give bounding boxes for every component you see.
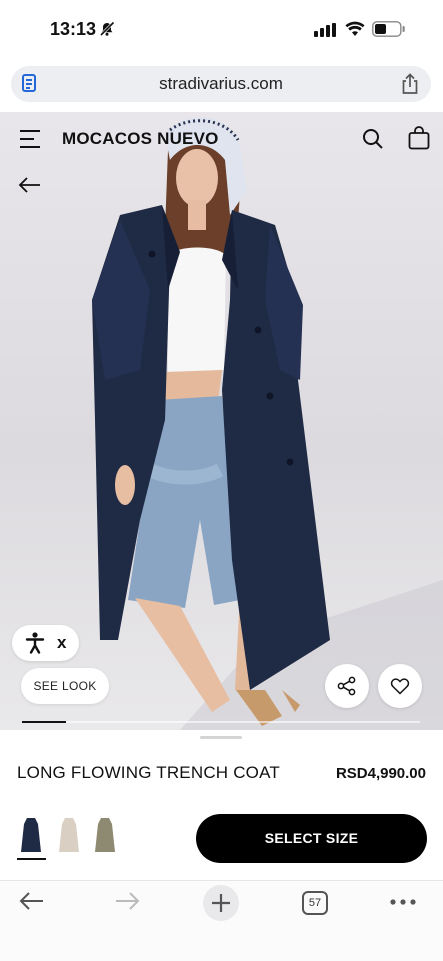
bell-muted-icon: [99, 21, 115, 37]
cellular-signal-icon: [314, 23, 336, 37]
accessibility-close-button[interactable]: x: [57, 633, 66, 653]
url-text[interactable]: stradivarius.com: [11, 74, 431, 94]
color-swatch-beige[interactable]: [57, 816, 81, 854]
battery-icon: [372, 21, 405, 37]
status-bar: 13:13: [0, 0, 443, 58]
search-icon[interactable]: [362, 128, 384, 150]
see-look-button[interactable]: SEE LOOK: [21, 668, 109, 704]
color-swatch-khaki[interactable]: [93, 816, 117, 854]
share-button[interactable]: [325, 664, 369, 708]
heart-icon: [390, 678, 410, 695]
image-carousel-progress-fill: [22, 721, 66, 723]
address-bar[interactable]: stradivarius.com: [11, 66, 431, 102]
sheet-grabber[interactable]: [200, 736, 242, 739]
image-carousel-progress: [22, 721, 420, 723]
product-name: LONG FLOWING TRENCH COAT: [17, 763, 280, 782]
product-price: RSD4,990.00: [335, 765, 426, 782]
plus-icon: [212, 894, 230, 912]
tab-count-button[interactable]: 57: [302, 891, 328, 915]
accessibility-icon[interactable]: [25, 632, 45, 654]
brand-logo[interactable]: MOCACOS NUEVO: [62, 129, 219, 149]
new-tab-button[interactable]: [203, 885, 239, 921]
browser-back-icon[interactable]: [18, 889, 46, 913]
status-time: 13:13: [50, 19, 97, 39]
selected-color-indicator: [17, 858, 46, 860]
menu-icon[interactable]: [20, 130, 42, 148]
wifi-icon: [345, 21, 365, 36]
more-options-icon[interactable]: [390, 899, 416, 905]
accessibility-widget[interactable]: x: [12, 625, 79, 661]
browser-forward-icon[interactable]: [113, 889, 141, 913]
back-arrow-icon[interactable]: [18, 176, 42, 194]
select-size-button[interactable]: SELECT SIZE: [196, 814, 427, 863]
color-swatch-navy[interactable]: [19, 816, 43, 854]
browser-toolbar: 57: [0, 880, 443, 961]
product-sheet: LONG FLOWING TRENCH COAT RSD4,990.00 SEL…: [0, 730, 443, 880]
share-icon[interactable]: [401, 73, 419, 95]
share-nodes-icon: [337, 676, 356, 696]
shopping-bag-icon[interactable]: [408, 126, 430, 150]
favorite-button[interactable]: [378, 664, 422, 708]
